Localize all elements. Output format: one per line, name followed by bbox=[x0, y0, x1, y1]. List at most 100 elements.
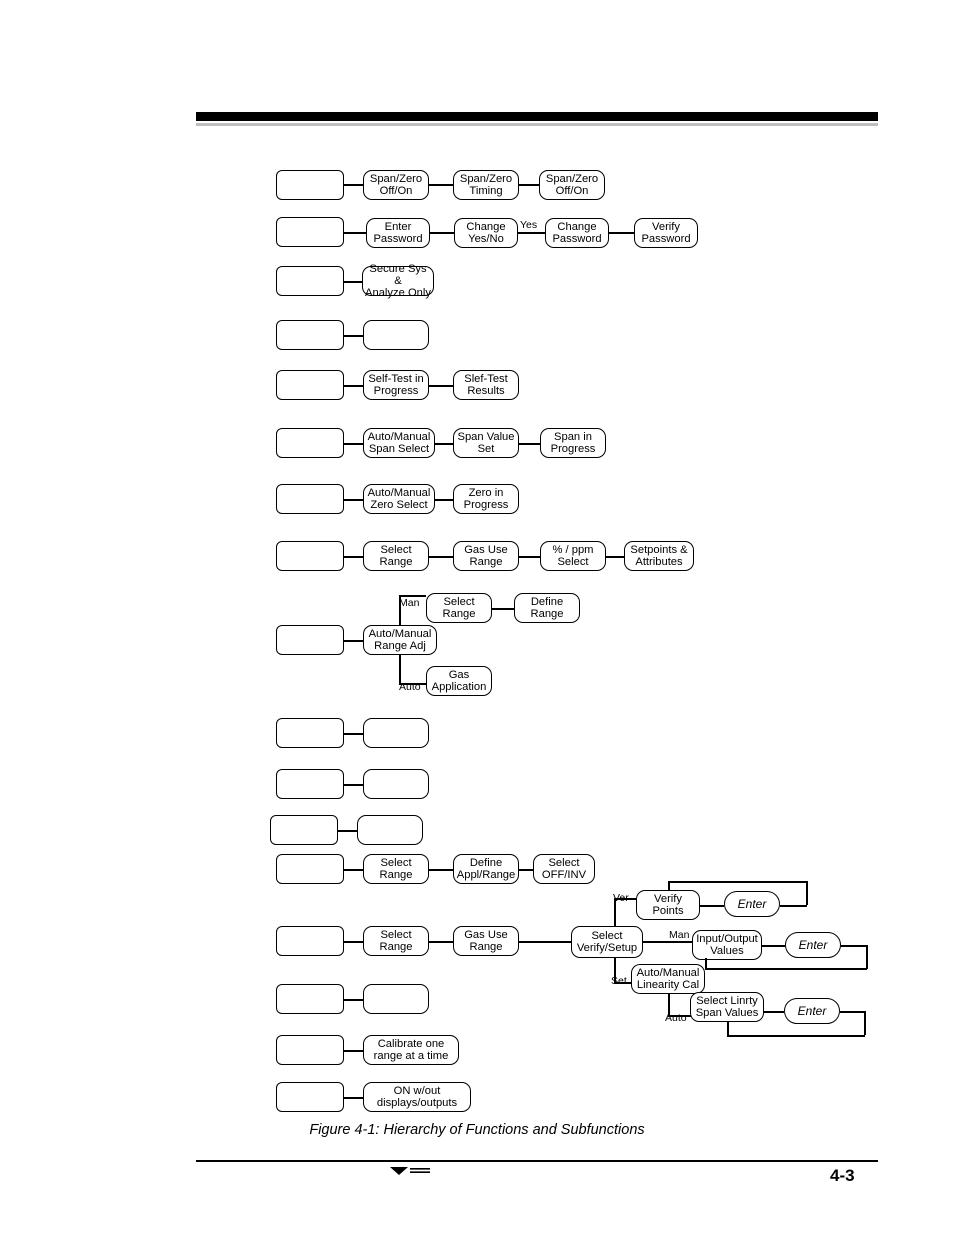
node-select-range-4: Select Range bbox=[363, 926, 429, 956]
root-node-blank-4 bbox=[270, 815, 338, 845]
node-span-value-set: Span Value Set bbox=[453, 428, 519, 458]
root-node-blank-5 bbox=[276, 984, 344, 1014]
edge-label-man: Man bbox=[669, 929, 690, 941]
connector bbox=[435, 499, 453, 501]
connector bbox=[430, 232, 454, 234]
node-label: Select Range bbox=[379, 543, 413, 568]
node-select-range-1: Select Range bbox=[363, 541, 429, 571]
edge-label-man: Man bbox=[399, 597, 420, 609]
root-node-password bbox=[276, 217, 344, 247]
node-label: Verify Password bbox=[641, 220, 691, 245]
connector bbox=[429, 556, 453, 558]
connector bbox=[344, 869, 363, 871]
connector bbox=[344, 556, 363, 558]
node-label: Input/Output Values bbox=[696, 932, 758, 957]
connector bbox=[344, 443, 363, 445]
connector bbox=[344, 499, 363, 501]
enter-button-1[interactable]: Enter bbox=[724, 891, 780, 917]
root-node-zero bbox=[276, 484, 344, 514]
node-percent-ppm-select: % / ppm Select bbox=[540, 541, 606, 571]
node-auto-manual-range-adj: Auto/Manual Range Adj bbox=[363, 625, 437, 655]
connector bbox=[344, 281, 362, 283]
node-auto-manual-zero-select: Auto/Manual Zero Select bbox=[363, 484, 435, 514]
connector-loop bbox=[705, 958, 707, 969]
node-setpoints-attributes: Setpoints & Attributes bbox=[624, 541, 694, 571]
node-label: Define Range bbox=[530, 595, 564, 620]
node-span-zero-off-on-2: Span/Zero Off/On bbox=[539, 170, 605, 200]
node-input-output-values: Input/Output Values bbox=[692, 930, 762, 960]
connector bbox=[764, 1011, 784, 1013]
root-node-blank-1 bbox=[276, 320, 344, 350]
root-node-on-without bbox=[276, 1082, 344, 1112]
connector bbox=[519, 443, 540, 445]
node-label: Secure Sys & Analyze Only bbox=[365, 262, 431, 300]
node-label: Select Range bbox=[379, 928, 413, 953]
connector bbox=[344, 232, 366, 234]
node-change-password: Change Password bbox=[545, 218, 609, 248]
node-label: ON w/out displays/outputs bbox=[376, 1084, 458, 1109]
connector bbox=[700, 905, 724, 907]
connector bbox=[399, 655, 401, 684]
node-label: Span/Zero Off/On bbox=[545, 172, 599, 197]
root-node-alarm bbox=[276, 854, 344, 884]
root-node-span-zero bbox=[276, 170, 344, 200]
connector-loop bbox=[668, 881, 670, 891]
connector bbox=[344, 941, 363, 943]
enter-label: Enter bbox=[798, 937, 828, 952]
connector-loop bbox=[727, 1022, 729, 1036]
connector-loop bbox=[705, 968, 867, 970]
node-label: Span Value Set bbox=[457, 430, 515, 455]
enter-button-2[interactable]: Enter bbox=[785, 932, 841, 958]
node-gas-application: Gas Application bbox=[426, 666, 492, 696]
connector-loop bbox=[806, 881, 808, 905]
node-self-test-in-progress: Self-Test in Progress bbox=[363, 370, 429, 400]
node-label: Select Linrty Span Values bbox=[695, 994, 759, 1019]
enter-label: Enter bbox=[797, 1003, 827, 1018]
node-label: Span/Zero Off/On bbox=[369, 172, 423, 197]
connector bbox=[519, 184, 539, 186]
node-zero-in-progress: Zero in Progress bbox=[453, 484, 519, 514]
connector-loop bbox=[864, 1011, 866, 1035]
connector bbox=[609, 232, 634, 234]
node-on-without-displays-outputs: ON w/out displays/outputs bbox=[363, 1082, 471, 1112]
connector bbox=[429, 385, 453, 387]
enter-label: Enter bbox=[737, 896, 767, 911]
connector-loop bbox=[668, 881, 807, 883]
enter-button-3[interactable]: Enter bbox=[784, 998, 840, 1024]
node-calibrate-one-range-at-a-time: Calibrate one range at a time bbox=[363, 1035, 459, 1065]
connector bbox=[429, 869, 453, 871]
footer-rule bbox=[196, 1160, 878, 1162]
edge-label-set: Set bbox=[611, 975, 627, 987]
root-node-blank-2 bbox=[276, 718, 344, 748]
node-label: Enter Password bbox=[373, 220, 423, 245]
connector bbox=[344, 640, 363, 642]
figure-caption: Figure 4-1: Hierarchy of Functions and S… bbox=[309, 1122, 645, 1138]
connector bbox=[338, 830, 357, 832]
connector bbox=[762, 945, 785, 947]
connector bbox=[344, 385, 363, 387]
connector-loop bbox=[840, 1011, 865, 1013]
root-node-blank-3 bbox=[276, 769, 344, 799]
node-label: Setpoints & Attributes bbox=[630, 543, 688, 568]
node-label: Slef-Test Results bbox=[464, 372, 508, 397]
node-verify-points: Verify Points bbox=[636, 890, 700, 920]
node-blank-5 bbox=[363, 984, 429, 1014]
connector bbox=[492, 608, 514, 610]
connector bbox=[429, 941, 453, 943]
connector bbox=[344, 335, 363, 337]
node-verify-password: Verify Password bbox=[634, 218, 698, 248]
node-label: Auto/Manual Linearity Cal bbox=[636, 966, 700, 991]
node-change-yes-no: Change Yes/No bbox=[454, 218, 518, 248]
node-label: Change Password bbox=[552, 220, 602, 245]
connector bbox=[344, 184, 363, 186]
node-label: Change Yes/No bbox=[466, 220, 506, 245]
node-auto-manual-linearity-cal: Auto/Manual Linearity Cal bbox=[631, 964, 705, 994]
node-label: Zero in Progress bbox=[463, 486, 509, 511]
connector bbox=[668, 1015, 691, 1017]
node-span-in-progress: Span in Progress bbox=[540, 428, 606, 458]
node-label: Verify Points bbox=[652, 892, 684, 917]
header-rule bbox=[196, 112, 878, 121]
node-label: Gas Application bbox=[431, 668, 487, 693]
node-span-zero-off-on-1: Span/Zero Off/On bbox=[363, 170, 429, 200]
node-select-range-3: Select Range bbox=[363, 854, 429, 884]
